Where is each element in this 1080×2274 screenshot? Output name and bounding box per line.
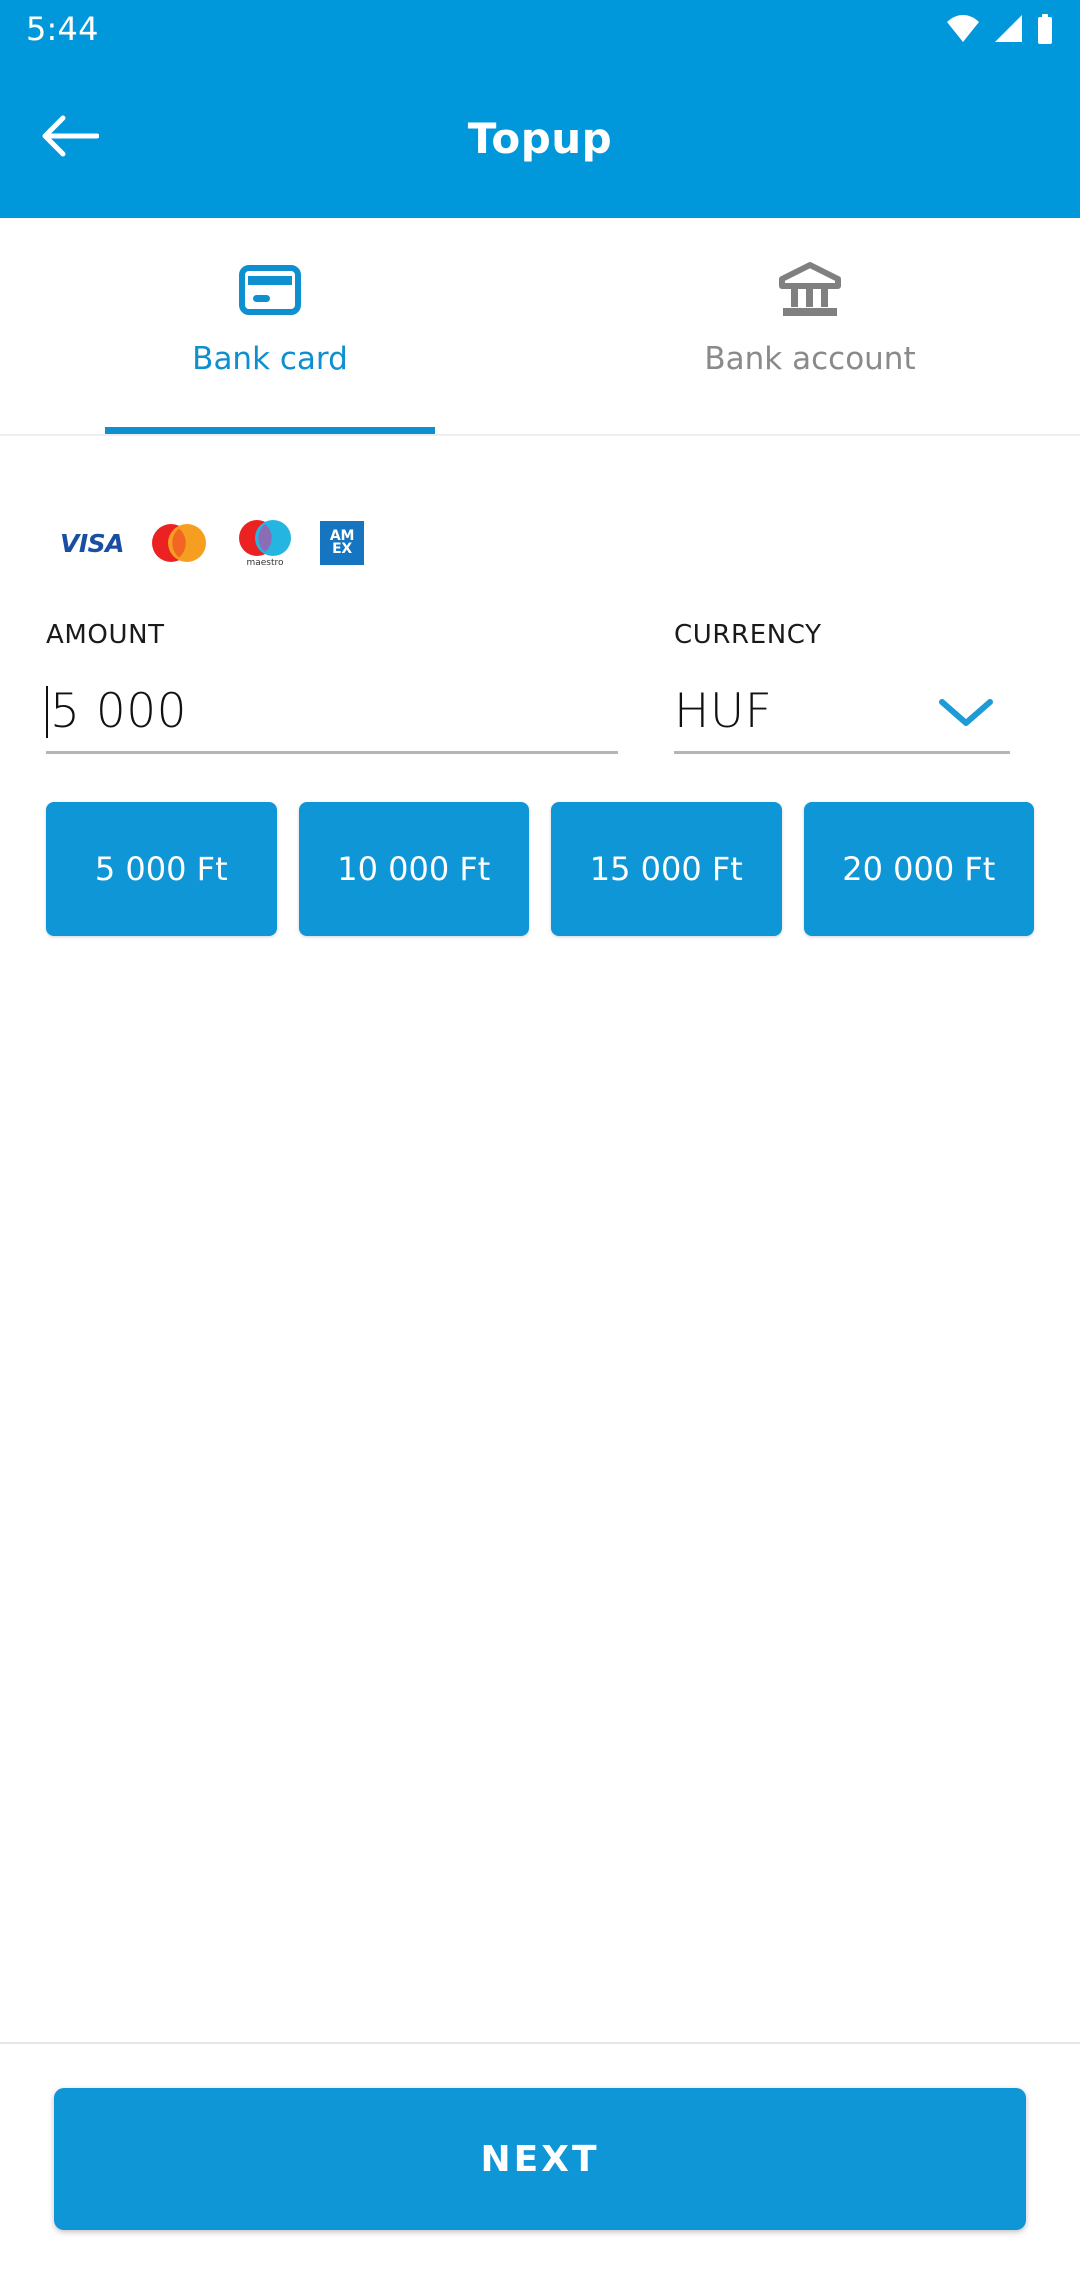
topup-screen: 5:44 Topup Bank card Bank account VISA m… (0, 0, 1080, 2274)
currency-value: HUF (674, 684, 773, 739)
svg-text:maestro: maestro (246, 558, 284, 567)
back-button[interactable] (30, 98, 110, 178)
quick-amount-chips: 5 000 Ft 10 000 Ft 15 000 Ft 20 000 Ft (46, 802, 1034, 936)
quick-amount-chip[interactable]: 5 000 Ft (46, 802, 277, 936)
credit-card-icon (239, 259, 301, 321)
status-bar-icons (946, 14, 1054, 44)
amount-value: 5 000 (50, 684, 188, 739)
currency-select[interactable]: HUF (674, 672, 1010, 754)
visa-logo-icon: VISA (60, 528, 125, 558)
cellular-signal-icon (993, 15, 1023, 43)
quick-amount-chip[interactable]: 20 000 Ft (803, 802, 1034, 936)
page-title: Topup (467, 113, 613, 163)
quick-amount-chip[interactable]: 10 000 Ft (298, 802, 529, 936)
amount-input[interactable]: 5 000 (46, 672, 618, 754)
currency-field-group: CURRENCY HUF (674, 620, 1010, 754)
wifi-icon (946, 15, 980, 43)
amount-currency-row: AMOUNT 5 000 CURRENCY HUF (46, 620, 1034, 754)
tab-bank-card[interactable]: Bank card (0, 218, 540, 434)
mastercard-logo-icon (148, 521, 210, 565)
tab-bank-card-label: Bank card (192, 341, 348, 377)
bottom-action-bar: NEXT (0, 2042, 1080, 2274)
amex-logo-icon: AM EX (320, 521, 365, 565)
amount-label: AMOUNT (46, 620, 165, 650)
tab-active-indicator (105, 427, 435, 434)
payment-method-tabs: Bank card Bank account (0, 218, 1080, 436)
app-bar: Topup (0, 58, 1080, 218)
accepted-card-brands: VISA maestro AM EX (46, 508, 1034, 578)
chevron-down-icon[interactable] (938, 696, 994, 728)
next-button[interactable]: NEXT (54, 2088, 1026, 2230)
currency-label: CURRENCY (674, 620, 822, 650)
amount-field-group: AMOUNT 5 000 (46, 620, 618, 754)
arrow-left-icon (41, 114, 100, 162)
tab-bank-account-label: Bank account (704, 341, 916, 377)
status-bar-clock: 5:44 (26, 10, 99, 48)
topup-form: VISA maestro AM EX AMOUNT 5 000 CURRENCY… (0, 436, 1080, 2042)
tab-bank-account[interactable]: Bank account (540, 218, 1080, 434)
quick-amount-chip[interactable]: 15 000 Ft (551, 802, 782, 936)
battery-icon (1036, 14, 1054, 44)
status-bar: 5:44 (0, 0, 1080, 58)
maestro-logo-icon: maestro (234, 519, 296, 567)
bank-icon (778, 259, 842, 321)
text-caret (46, 685, 48, 738)
